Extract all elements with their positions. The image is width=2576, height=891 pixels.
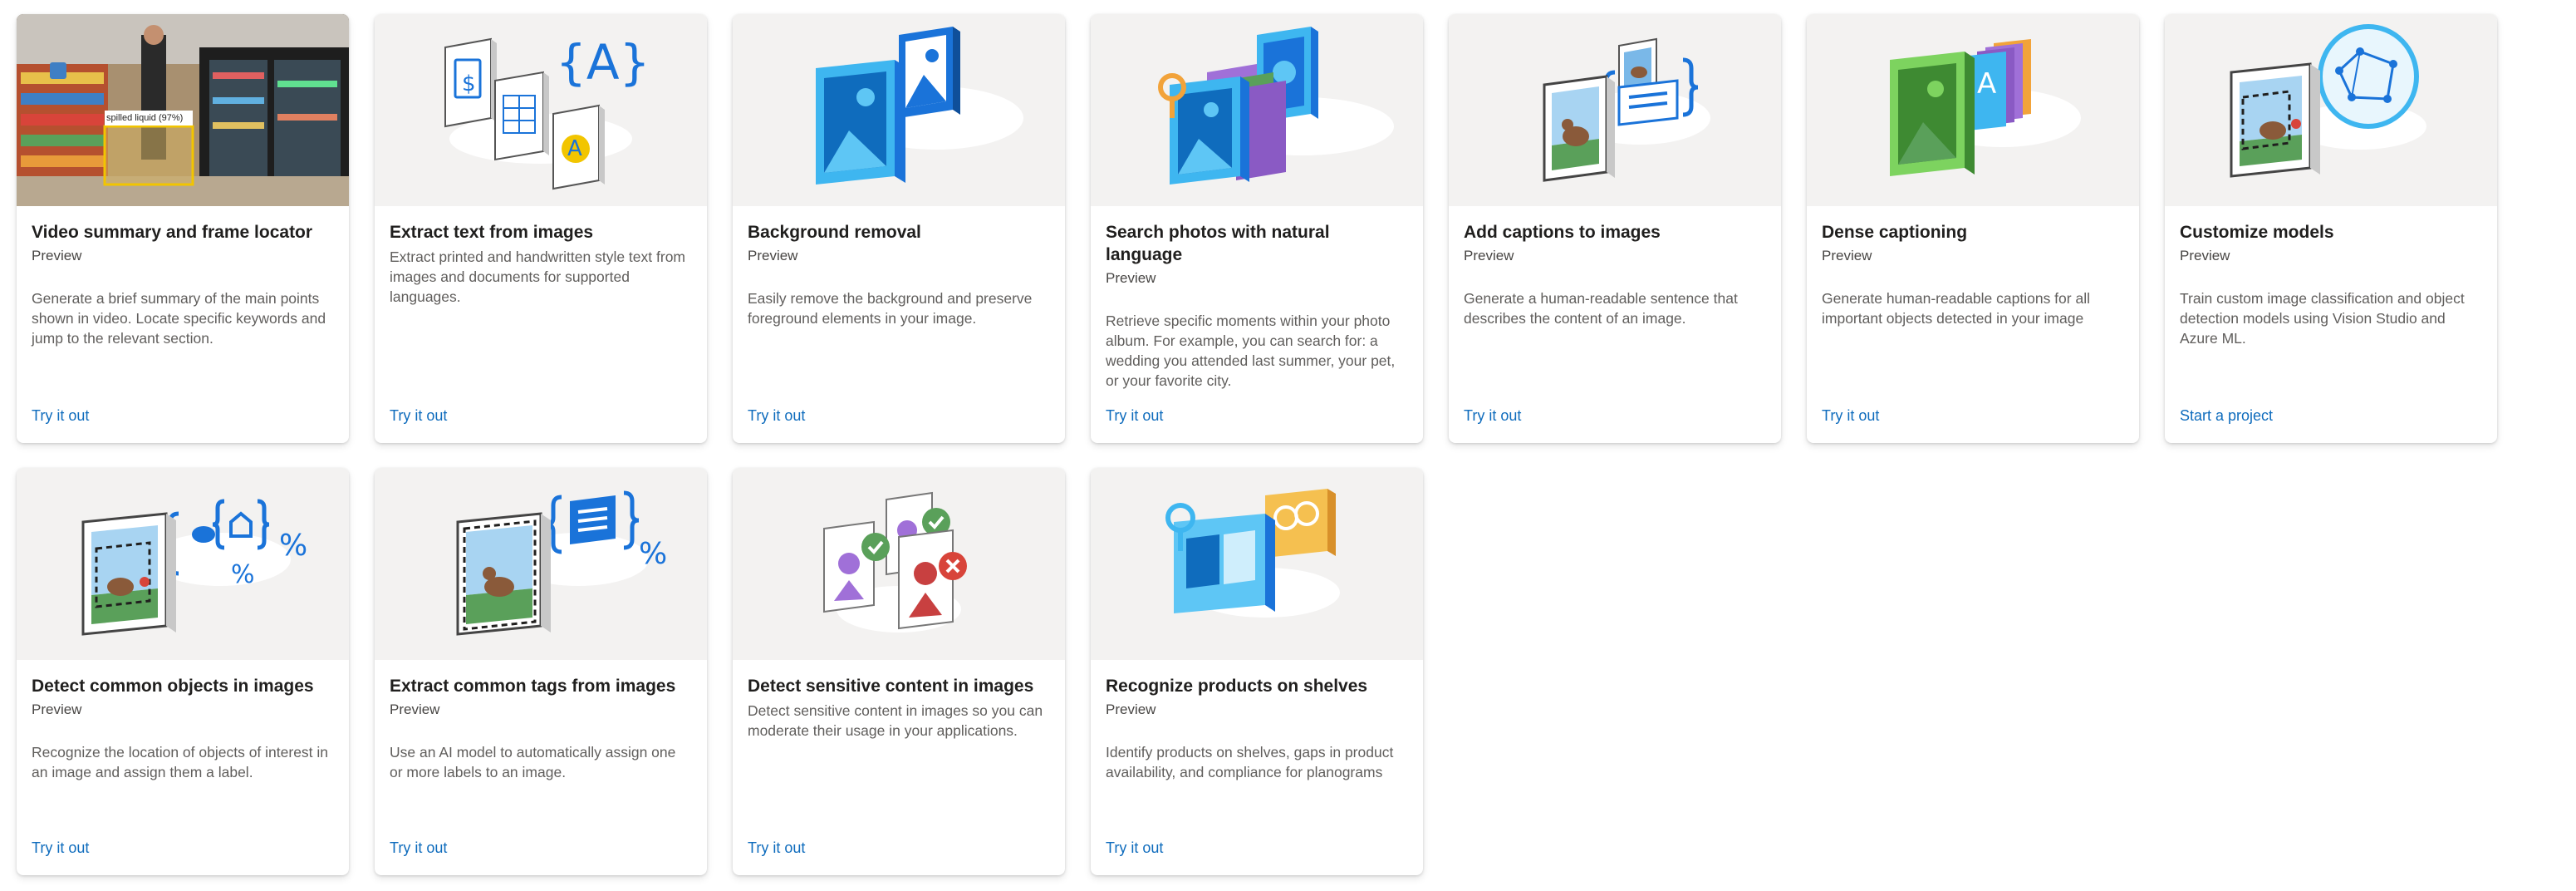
try-it-out-link[interactable]: Try it out xyxy=(32,407,89,425)
card-title: Background removal xyxy=(748,223,921,242)
card-title: Detect sensitive content in images xyxy=(748,677,1034,696)
try-it-out-link[interactable]: Try it out xyxy=(390,407,447,425)
card-video-summary[interactable]: spilled liquid (97%) Video summary and f… xyxy=(17,14,349,443)
card-description: Identify products on shelves, gaps in pr… xyxy=(1106,744,1394,780)
try-it-out-link[interactable]: Try it out xyxy=(32,839,89,857)
card-title: Customize models xyxy=(2180,223,2334,242)
card-sensitive-content[interactable]: Detect sensitive content in images Detec… xyxy=(733,468,1065,875)
content-moderation-icon xyxy=(733,468,1065,660)
card-description: Detect sensitive content in images so yo… xyxy=(748,702,1043,739)
card-description: Use an AI model to automatically assign … xyxy=(390,744,676,780)
custom-model-icon xyxy=(2165,14,2497,206)
preview-badge: Preview xyxy=(748,248,798,263)
try-it-out-link[interactable]: Try it out xyxy=(390,839,447,857)
dense-caption-icon: A xyxy=(1807,14,2139,206)
percent-glyph: % xyxy=(279,529,307,563)
card-title: Add captions to images xyxy=(1464,223,1661,242)
card-title: Dense captioning xyxy=(1822,223,1968,242)
preview-badge: Preview xyxy=(32,248,82,263)
try-it-out-link[interactable]: Try it out xyxy=(748,839,805,857)
card-recognize-products[interactable]: Recognize products on shelves Preview Id… xyxy=(1091,468,1423,875)
card-title: Search photos with natural language xyxy=(1106,223,1330,264)
card-title: Extract text from images xyxy=(390,223,594,242)
card-description: Generate human-readable captions for all… xyxy=(1822,290,2090,327)
percent-glyph: % xyxy=(231,560,255,589)
card-title: Video summary and frame locator xyxy=(32,223,313,242)
preview-badge: Preview xyxy=(390,701,440,717)
preview-badge: Preview xyxy=(2180,248,2230,263)
image-tagging-icon: % xyxy=(375,468,707,660)
video-store-photo: spilled liquid (97%) xyxy=(17,14,349,206)
preview-badge: Preview xyxy=(1106,270,1156,286)
object-detection-icon: % % xyxy=(17,468,349,660)
background-removal-icon xyxy=(733,14,1065,206)
photo-search-icon xyxy=(1091,14,1423,206)
card-detect-objects[interactable]: % % Detect common objects in images Prev… xyxy=(17,468,349,875)
product-recognition-icon xyxy=(1091,468,1423,660)
card-background-removal[interactable]: Background removal Preview Easily remove… xyxy=(733,14,1065,443)
card-description: Generate a brief summary of the main poi… xyxy=(32,290,326,347)
card-description: Extract printed and handwritten style te… xyxy=(390,249,685,305)
card-description: Recognize the location of objects of int… xyxy=(32,744,329,780)
feature-card-grid: spilled liquid (97%) Video summary and f… xyxy=(17,14,2497,875)
card-description: Easily remove the background and preserv… xyxy=(748,290,1033,327)
card-description: Train custom image classification and ob… xyxy=(2180,290,2465,347)
card-customize-models[interactable]: Customize models Preview Train custom im… xyxy=(2165,14,2497,443)
letter-a-glyph: A xyxy=(567,136,582,161)
card-description: Retrieve specific moments within your ph… xyxy=(1106,313,1396,389)
card-title: Extract common tags from images xyxy=(390,677,676,696)
preview-badge: Preview xyxy=(1106,701,1156,717)
letter-a-glyph: A xyxy=(1977,67,1996,101)
card-search-photos[interactable]: Search photos with natural language Prev… xyxy=(1091,14,1423,443)
braces-a-glyph: {A} xyxy=(556,34,650,91)
card-extract-tags[interactable]: % Extract common tags from images Previe… xyxy=(375,468,707,875)
detection-label: spilled liquid (97%) xyxy=(106,113,184,123)
card-extract-text[interactable]: $ A {A} Extract text from images Extract… xyxy=(375,14,707,443)
card-dense-captioning[interactable]: A Dense captioning Preview Generate huma… xyxy=(1807,14,2139,443)
try-it-out-link[interactable]: Try it out xyxy=(748,407,805,425)
try-it-out-link[interactable]: Try it out xyxy=(1464,407,1521,425)
image-caption-icon xyxy=(1449,14,1781,206)
preview-badge: Preview xyxy=(32,701,82,717)
card-title: Detect common objects in images xyxy=(32,677,314,696)
start-project-link[interactable]: Start a project xyxy=(2180,407,2273,425)
preview-badge: Preview xyxy=(1464,248,1514,263)
dollar-glyph: $ xyxy=(462,71,476,96)
card-title: Recognize products on shelves xyxy=(1106,677,1368,696)
percent-glyph: % xyxy=(639,537,667,571)
ocr-documents-icon: $ A {A} xyxy=(375,14,707,206)
card-add-captions[interactable]: Add captions to images Preview Generate … xyxy=(1449,14,1781,443)
try-it-out-link[interactable]: Try it out xyxy=(1106,839,1163,857)
try-it-out-link[interactable]: Try it out xyxy=(1822,407,1879,425)
card-description: Generate a human-readable sentence that … xyxy=(1464,290,1738,327)
try-it-out-link[interactable]: Try it out xyxy=(1106,407,1163,425)
preview-badge: Preview xyxy=(1822,248,1872,263)
